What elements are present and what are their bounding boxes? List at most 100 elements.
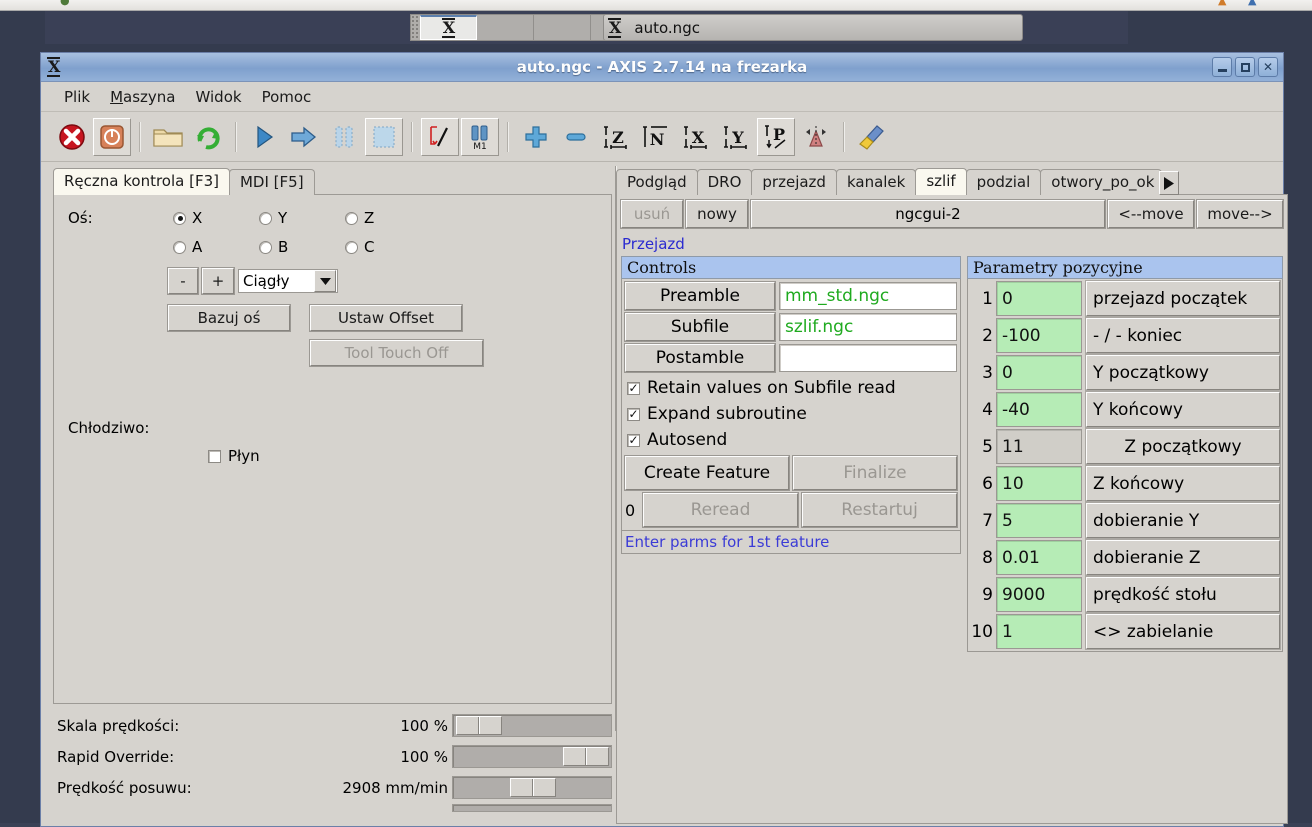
param-value-input[interactable]: 1 [996, 614, 1082, 649]
param-value-input[interactable]: 9000 [996, 577, 1082, 612]
tab-podzial[interactable]: podzial [966, 169, 1042, 195]
feed-scale-slider[interactable] [452, 714, 612, 737]
autosend-check[interactable]: ✓ Autosend [625, 427, 957, 453]
toggle-skip-lines-icon[interactable] [421, 118, 459, 156]
table-row: 5 11 Z początkowy [970, 429, 1280, 464]
tab-kanalek[interactable]: kanalek [836, 169, 916, 195]
workspace-2-button[interactable] [477, 15, 534, 40]
view-z2-icon[interactable]: N [637, 118, 675, 156]
tab-przejazd[interactable]: przejazd [751, 169, 837, 195]
axis-radio-x[interactable]: X [173, 209, 259, 227]
preamble-button[interactable]: Preamble [625, 282, 775, 310]
coolant-flood-check[interactable]: Płyn [208, 447, 601, 465]
preamble-input[interactable]: mm_std.ngc [779, 282, 957, 310]
minimize-icon[interactable] [1212, 57, 1232, 77]
step-program-icon[interactable] [285, 118, 323, 156]
axis-a-label: A [192, 238, 202, 256]
axis-radio-c[interactable]: C [345, 238, 374, 256]
new-page-button[interactable]: nowy [686, 200, 748, 228]
move-right-button[interactable]: move--> [1197, 200, 1283, 228]
workspace-1-button[interactable]: X [420, 15, 477, 40]
clear-plot-icon[interactable] [853, 118, 891, 156]
stop-program-icon[interactable] [365, 118, 403, 156]
expand-subroutine-check[interactable]: ✓ Expand subroutine [625, 401, 957, 427]
param-label: dobieranie Z [1086, 540, 1280, 575]
jog-minus-button[interactable]: - [168, 268, 198, 294]
param-value-input[interactable]: -100 [996, 318, 1082, 353]
radio-z-icon [345, 212, 358, 225]
x-logo-icon: X [608, 18, 621, 38]
override-sliders: Skala prędkości: 100 % Rapid Override: 1… [53, 704, 612, 813]
tab-otwory-po-ok[interactable]: otwory_po_ok [1040, 169, 1162, 195]
home-axis-button[interactable]: Bazuj oś [168, 305, 290, 331]
controls-panel: Controls Preamble mm_std.ngc Subfile szl… [621, 256, 961, 554]
menu-maszyna[interactable]: Maszyna [101, 86, 184, 108]
view-x-icon[interactable]: X [677, 118, 715, 156]
postamble-button[interactable]: Postamble [625, 344, 775, 372]
run-program-icon[interactable] [245, 118, 283, 156]
rapid-override-slider[interactable] [452, 745, 612, 768]
table-row: 3 0 Y początkowy [970, 355, 1280, 390]
subfile-button[interactable]: Subfile [625, 313, 775, 341]
param-value-input[interactable]: 10 [996, 466, 1082, 501]
tab-mdi[interactable]: MDI [F5] [229, 169, 315, 195]
taskbar-grip-handle[interactable] [411, 15, 420, 40]
toggle-optional-stop-icon[interactable]: M1 [461, 118, 499, 156]
menu-pomoc[interactable]: Pomoc [253, 86, 321, 108]
tool-cone-icon[interactable] [797, 118, 835, 156]
pause-program-icon[interactable] [325, 118, 363, 156]
axis-radio-y[interactable]: Y [259, 209, 345, 227]
panel-tray-icon-2: ▲ [1248, 0, 1256, 7]
tab-reczna-kontrola[interactable]: Ręczna kontrola [F3] [53, 168, 230, 195]
tab-dro[interactable]: DRO [697, 169, 753, 195]
close-icon[interactable]: ✕ [1258, 57, 1278, 77]
axis-radio-z[interactable]: Z [345, 209, 374, 227]
param-value-input[interactable]: -40 [996, 392, 1082, 427]
chevron-right-icon[interactable] [1159, 171, 1179, 195]
feed-rate-value: 2908 mm/min [272, 779, 452, 797]
param-value-input[interactable]: 0.01 [996, 540, 1082, 575]
feature-name-link[interactable]: Przejazd [617, 233, 1287, 256]
retain-values-check[interactable]: ✓ Retain values on Subfile read [625, 375, 957, 401]
param-value-input[interactable]: 5 [996, 503, 1082, 538]
menu-widok[interactable]: Widok [187, 86, 251, 108]
move-left-button[interactable]: <--move [1108, 200, 1194, 228]
param-value-input[interactable]: 0 [996, 355, 1082, 390]
jog-mode-select[interactable]: Ciągły [238, 269, 338, 293]
slider-row-feed-rate: Prędkość posuwu: 2908 mm/min [57, 772, 612, 803]
tab-szlif[interactable]: szlif [915, 168, 966, 195]
view-y-icon[interactable]: Y [717, 118, 755, 156]
view-z-icon[interactable]: Z [597, 118, 635, 156]
subfile-input[interactable]: szlif.ngc [779, 313, 957, 341]
jog-plus-button[interactable]: + [202, 268, 234, 294]
feed-rate-slider[interactable] [452, 776, 612, 799]
open-file-icon[interactable] [149, 118, 187, 156]
window-titlebar[interactable]: X auto.ngc - AXIS 2.7.14 na frezarka ✕ [41, 53, 1283, 82]
axis-radio-b[interactable]: B [259, 238, 345, 256]
tab-podglad[interactable]: Podgląd [616, 169, 698, 195]
chevron-down-icon[interactable] [314, 270, 336, 292]
param-index: 8 [970, 540, 996, 575]
table-row: 6 10 Z końcowy [970, 466, 1280, 501]
create-feature-button[interactable]: Create Feature [625, 456, 789, 490]
zoom-out-icon[interactable] [557, 118, 595, 156]
estop-icon[interactable] [53, 118, 91, 156]
reload-file-icon[interactable] [189, 118, 227, 156]
params-panel: Parametry pozycyjne 1 0 przejazd począte… [967, 256, 1283, 652]
zoom-in-icon[interactable] [517, 118, 555, 156]
postamble-input[interactable] [779, 344, 957, 372]
page-name-field[interactable]: ngcgui-2 [751, 200, 1105, 228]
workspace-3-button[interactable] [534, 15, 591, 40]
maximize-icon[interactable] [1235, 57, 1255, 77]
view-p-icon[interactable]: P [757, 118, 795, 156]
param-value-input[interactable]: 0 [996, 281, 1082, 316]
spindle-override-slider[interactable] [452, 804, 612, 812]
machine-power-icon[interactable] [93, 118, 131, 156]
menu-plik[interactable]: Plik [55, 86, 99, 108]
axis-radio-a[interactable]: A [173, 238, 259, 256]
taskbar-window-button[interactable]: X auto.ngc [603, 14, 1023, 41]
param-value-input[interactable]: 11 [996, 429, 1082, 464]
param-label: Y końcowy [1086, 392, 1280, 427]
set-offset-button[interactable]: Ustaw Offset [310, 305, 462, 331]
rapid-override-label: Rapid Override: [57, 748, 272, 766]
